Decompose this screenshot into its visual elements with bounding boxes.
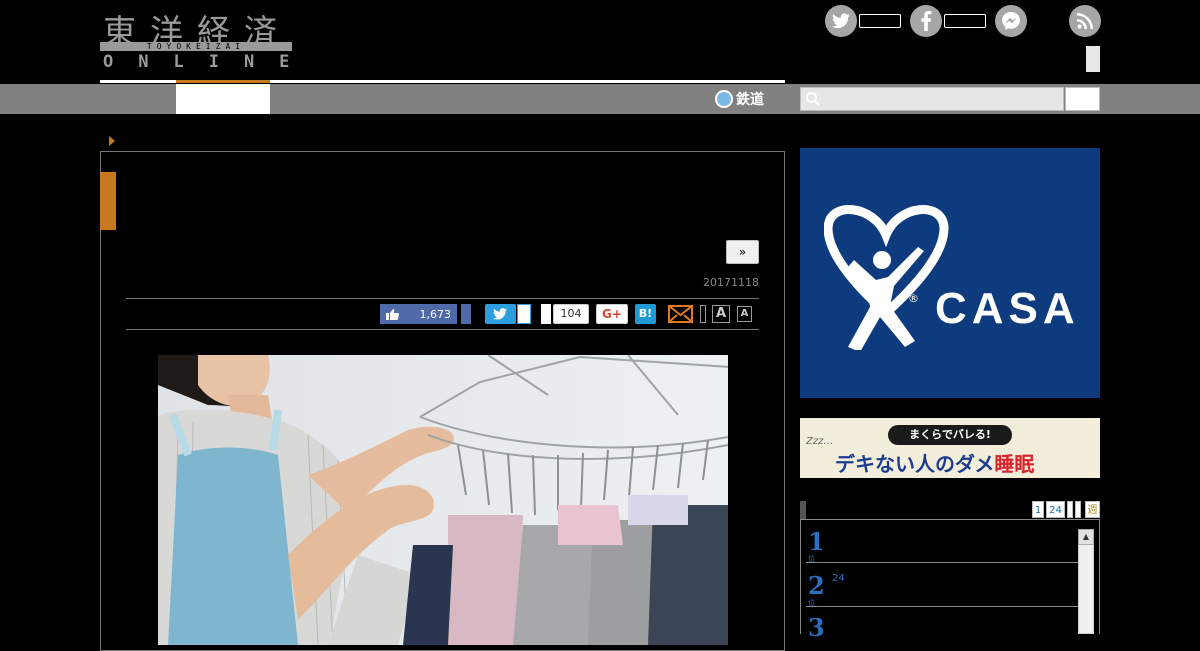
font-size-small-button[interactable]: A (737, 306, 752, 322)
search-input[interactable] (800, 87, 1064, 111)
article-date: 20171118 (703, 276, 759, 289)
bookmark-button[interactable] (541, 304, 551, 324)
ranking-item-2[interactable]: 2 位 (808, 574, 825, 608)
casa-ad-text: CASA (935, 284, 1080, 333)
ranking-item-3[interactable]: 3 (808, 616, 825, 640)
search-icon (806, 92, 820, 106)
ranking-marker (800, 501, 806, 519)
railway-icon (715, 90, 733, 108)
sleep-ad-headline: デキない人のダメ睡眠 (835, 448, 1034, 477)
mail-icon[interactable] (668, 305, 693, 323)
share-rule-bottom (126, 329, 759, 330)
facebook-share-button[interactable] (461, 304, 471, 324)
sleep-ad-tagline: まくらでバレる! (888, 425, 1012, 445)
ranking-tab-1[interactable]: 1 (1032, 501, 1044, 518)
search-button[interactable] (1065, 87, 1100, 111)
title-marker (100, 172, 116, 230)
ranking-tab-4[interactable] (1075, 501, 1081, 518)
ranking-divider (806, 606, 1078, 607)
hatena-bookmark-button[interactable]: B! (635, 304, 656, 324)
nav-item-railway-label: 鉄道 (736, 92, 764, 108)
thumbs-up-icon (386, 308, 399, 320)
bookmark-count: 104 (553, 304, 589, 324)
sleep-ad-headline-a: デキない人のダメ (835, 452, 995, 476)
ranking-item-2-text[interactable]: 24 (832, 573, 845, 584)
casa-ad-banner[interactable]: ® CASA (800, 148, 1100, 398)
ranking-tab-24[interactable]: 24 (1046, 501, 1065, 518)
next-page-button[interactable]: » (726, 240, 759, 264)
facebook-count (944, 14, 986, 28)
ranking-tab-3[interactable] (1067, 501, 1073, 518)
tweet-count (517, 304, 531, 324)
rss-icon[interactable] (1069, 5, 1101, 37)
casa-heart-logo-icon (824, 205, 949, 350)
rank-number: 2 (808, 571, 825, 600)
header-rule-accent (176, 80, 270, 83)
share-rule-top (126, 298, 759, 299)
font-size-large-button[interactable]: A (712, 305, 730, 323)
sleep-ad-headline-b: 睡眠 (994, 452, 1035, 476)
messenger-icon[interactable] (995, 5, 1027, 37)
ranking-item-1[interactable]: 1 位 (808, 530, 825, 564)
twitter-icon[interactable] (825, 5, 857, 37)
ranking-tab-weekly[interactable]: 週 (1085, 501, 1100, 518)
nav-item-railway[interactable]: 鉄道 (715, 87, 764, 111)
header-widget[interactable] (1086, 46, 1100, 72)
sleep-ad-zzz: Zzz… (806, 436, 834, 447)
ranking-list (800, 519, 1100, 634)
rank-number: 1 (808, 527, 825, 556)
facebook-icon[interactable] (910, 5, 942, 37)
logo-online[interactable]: ONLINE (103, 52, 314, 72)
facebook-like-count: 1,673 (419, 307, 452, 321)
print-button[interactable] (700, 305, 706, 323)
facebook-like-button[interactable]: 1,673 (380, 304, 457, 324)
ranking-divider (806, 562, 1078, 563)
article-photo (158, 355, 728, 645)
google-plus-button[interactable]: G+ (596, 304, 628, 324)
tweet-button[interactable] (485, 304, 516, 324)
scroll-up-icon[interactable]: ▲ (1078, 529, 1094, 545)
twitter-count (859, 14, 901, 28)
logo-subtitle: TOYOKEIZAI (100, 42, 292, 51)
casa-registered-mark: ® (908, 292, 919, 305)
twitter-bird-icon (493, 308, 507, 320)
nav-tab-active[interactable] (176, 84, 270, 114)
breadcrumb-arrow-icon (109, 136, 115, 146)
rank-number: 3 (808, 613, 825, 642)
